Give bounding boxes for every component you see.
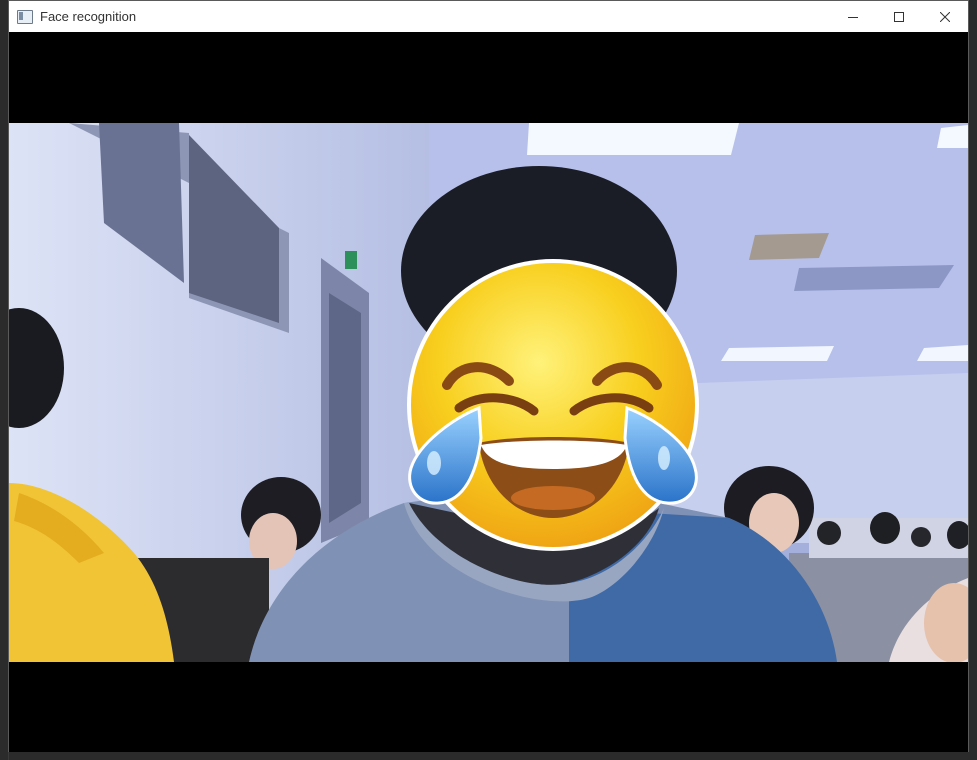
webcam-frame bbox=[9, 123, 968, 662]
window-controls bbox=[830, 1, 968, 32]
maximize-button[interactable] bbox=[876, 1, 922, 32]
emoji-overlay-icon bbox=[407, 259, 699, 551]
close-icon bbox=[940, 11, 950, 22]
minimize-icon bbox=[848, 16, 858, 18]
minimize-button[interactable] bbox=[830, 1, 876, 32]
app-window-icon bbox=[17, 9, 33, 24]
video-canvas bbox=[9, 32, 968, 752]
title-bar[interactable]: Face recognition bbox=[9, 1, 968, 32]
maximize-icon bbox=[894, 11, 904, 22]
face-recognition-window: Face recognition bbox=[8, 0, 969, 752]
close-button[interactable] bbox=[922, 1, 968, 32]
webcam-image bbox=[9, 123, 968, 662]
window-title: Face recognition bbox=[40, 9, 137, 24]
